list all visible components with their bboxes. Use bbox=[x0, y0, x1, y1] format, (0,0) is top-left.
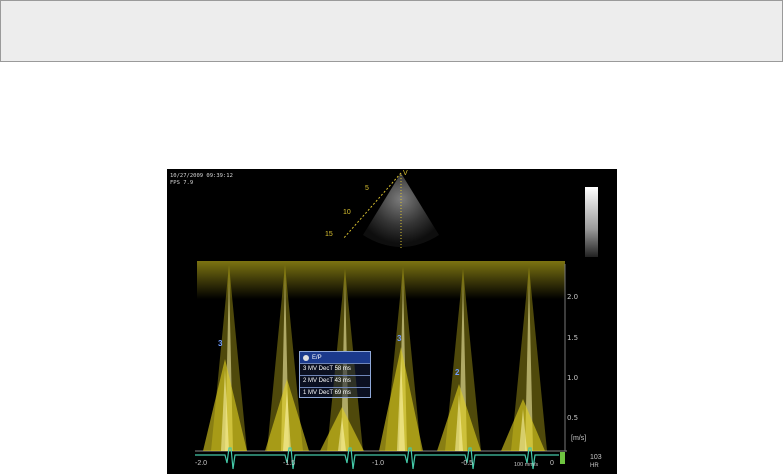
measurement-row: 2 MV DecT 43 ms bbox=[300, 375, 370, 387]
time-tick: -1.0 bbox=[372, 460, 385, 467]
measurement-row: 1 MV DecT 69 ms bbox=[300, 387, 370, 399]
measurement-row: 3 MV DecT 58 ms bbox=[300, 363, 370, 375]
time-tick: -1.5 bbox=[283, 460, 296, 467]
measurement-panel: E/P 3 MV DecT 58 ms 2 MV DecT 43 ms 1 MV… bbox=[299, 351, 371, 398]
time-tick: -0.5 bbox=[461, 460, 474, 467]
timestamp-block: 10/27/2009 09:39:12 FPS 7.9 bbox=[170, 173, 233, 187]
measurement-dot-icon bbox=[303, 354, 309, 361]
peak-marker: 3 bbox=[397, 334, 402, 343]
sector-marker: V bbox=[403, 170, 408, 177]
velocity-tick: 1.0 bbox=[567, 374, 579, 382]
top-bar bbox=[0, 0, 783, 62]
sector-depth-label: 5 bbox=[365, 185, 369, 192]
velocity-tick: 0.5 bbox=[567, 414, 579, 422]
fps-readout: FPS 7.9 bbox=[170, 180, 194, 186]
velocity-tick: 2.0 bbox=[567, 293, 579, 301]
peak-marker: 2 bbox=[455, 368, 460, 377]
sector-depth-label: 15 bbox=[325, 231, 333, 238]
velocity-tick: 1.5 bbox=[567, 334, 579, 342]
timestamp: 10/27/2009 09:39:12 bbox=[170, 173, 233, 179]
doppler-graphics bbox=[195, 172, 567, 470]
echo-doppler-image: 10/27/2009 09:39:12 FPS 7.9 5 10 15 V 2.… bbox=[167, 169, 617, 474]
heart-rate-label: HR bbox=[590, 463, 599, 469]
sweep-speed: 100 mm/s bbox=[514, 462, 539, 468]
velocity-unit: [m/s] bbox=[571, 435, 587, 442]
measurement-header-label: E/P bbox=[312, 354, 322, 361]
sector-depth-label: 10 bbox=[343, 209, 351, 216]
heart-rate-value: 103 bbox=[590, 454, 602, 461]
time-tick: 0 bbox=[550, 460, 554, 467]
measurement-header: E/P bbox=[300, 352, 370, 363]
doppler-top-band bbox=[197, 261, 565, 299]
grayscale-bar bbox=[585, 187, 598, 257]
hr-indicator bbox=[560, 452, 565, 464]
time-tick: -2.0 bbox=[195, 460, 208, 467]
peak-marker: 3 bbox=[218, 339, 223, 348]
